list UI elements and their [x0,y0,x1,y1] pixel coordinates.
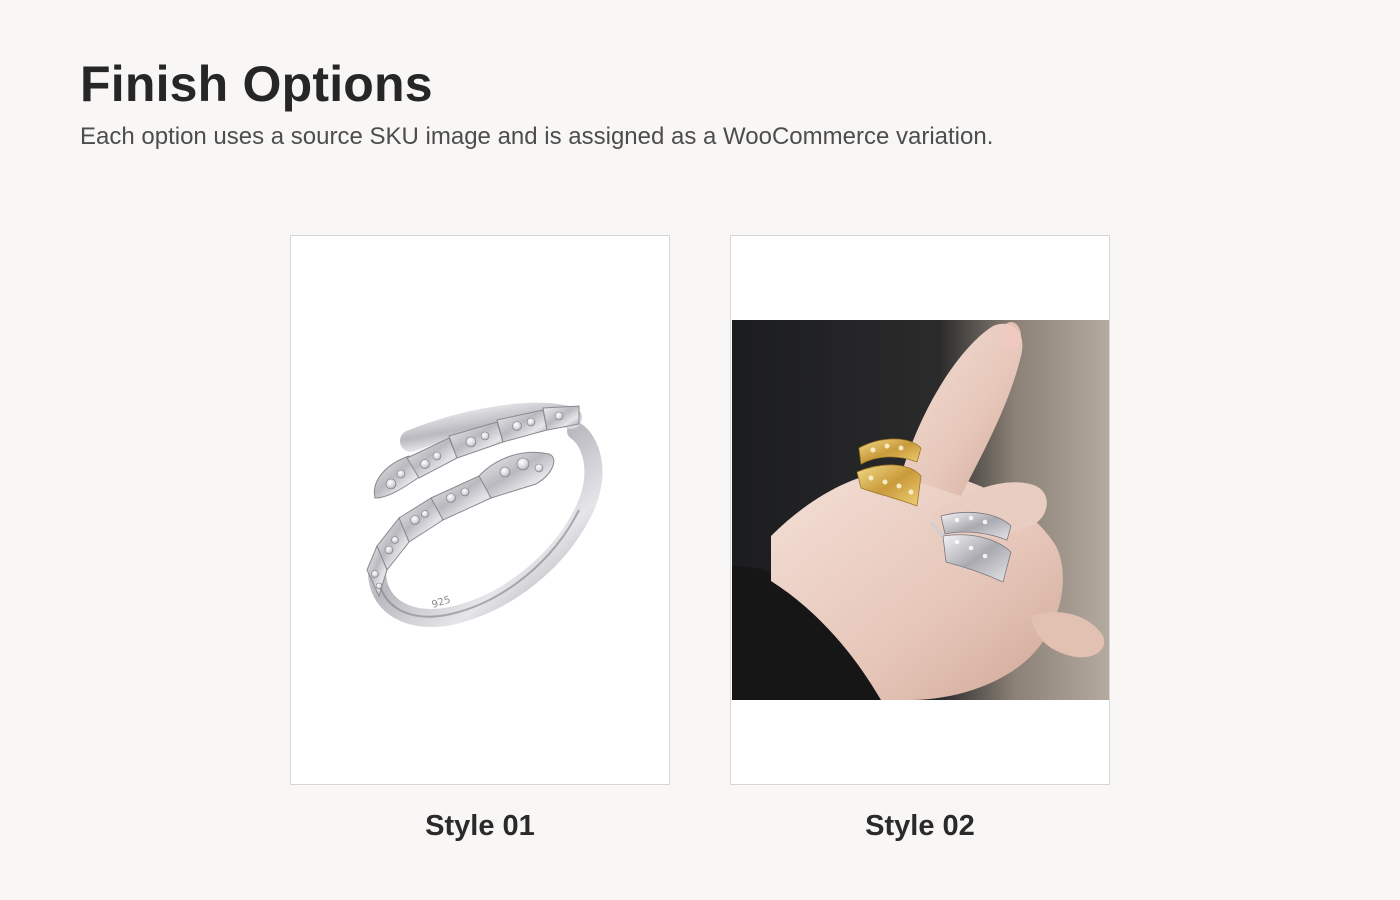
option-label: Style 02 [865,810,975,842]
page-subtitle: Each option uses a source SKU image and … [80,123,994,150]
option-card-style-01[interactable]: 925 Style 01 [290,235,670,842]
option-image-frame[interactable]: 925 [290,235,670,785]
silver-ring-product-image: 925 [366,402,603,628]
hand-with-rings-product-image [732,320,1109,700]
option-image-frame[interactable] [730,235,1110,785]
page-title: Finish Options [80,56,433,112]
option-label: Style 01 [425,810,535,842]
option-card-style-02[interactable]: Style 02 [730,235,1110,842]
